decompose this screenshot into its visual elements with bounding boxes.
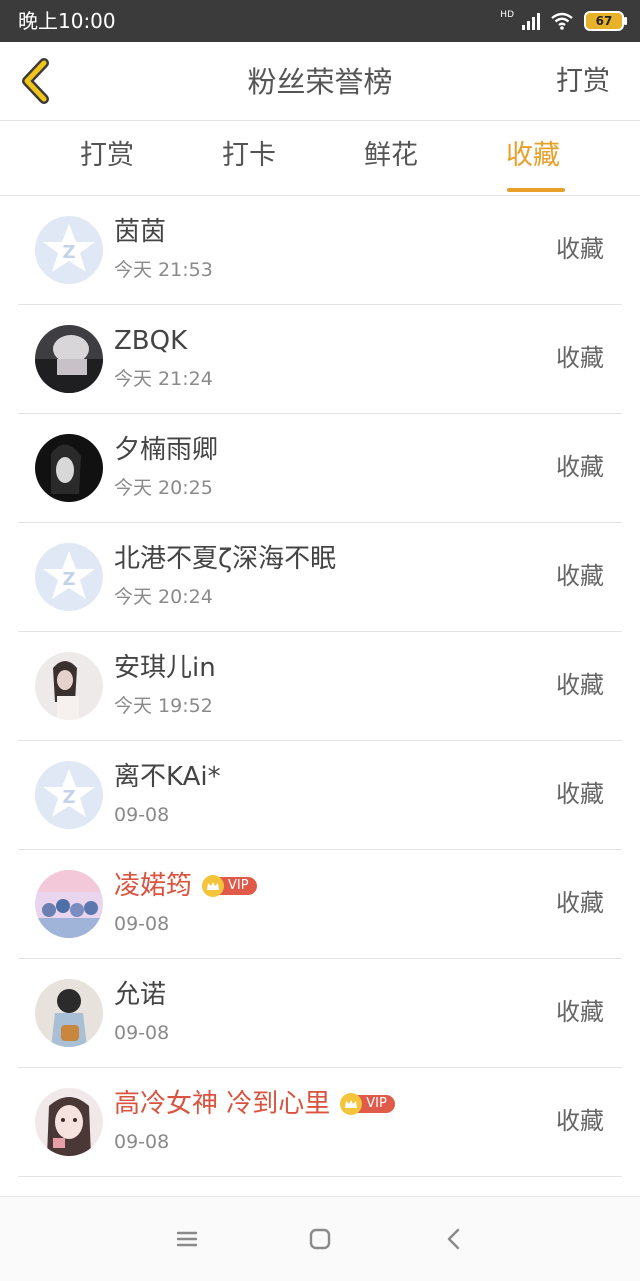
user-avatar xyxy=(35,979,103,1047)
fan-time: 今天 21:24 xyxy=(114,368,213,390)
fan-time: 09-08 xyxy=(114,913,170,935)
home-button[interactable] xyxy=(304,1223,336,1255)
action-label: 收藏 xyxy=(556,998,604,1026)
tab-label: 鲜花 xyxy=(364,140,418,171)
default-avatar: Z xyxy=(35,216,103,284)
fan-name: 高冷女神 冷到心里 VIP xyxy=(114,1087,395,1121)
fan-time: 今天 21:53 xyxy=(114,259,213,281)
tab-bar: 打赏 打卡 鲜花 收藏 xyxy=(0,121,640,196)
list-item[interactable]: Z 离不KAi* 09-08 收藏 xyxy=(18,741,622,850)
fan-name: 安琪儿in xyxy=(114,653,216,683)
tab-reward[interactable]: 打赏 xyxy=(47,138,167,174)
system-nav-bar xyxy=(0,1196,640,1281)
vip-badge: VIP xyxy=(202,875,257,897)
action-label: 收藏 xyxy=(556,344,604,372)
tab-flowers[interactable]: 鲜花 xyxy=(331,138,451,174)
fan-name: 允诺 xyxy=(114,980,167,1010)
home-square-icon xyxy=(309,1228,331,1250)
default-avatar: Z xyxy=(35,761,103,829)
system-back-button[interactable] xyxy=(438,1223,470,1255)
default-avatar: Z xyxy=(35,543,103,611)
list-item[interactable]: Z 茵茵 今天 21:53 收藏 xyxy=(18,196,622,305)
tab-label: 打赏 xyxy=(80,140,134,171)
vip-badge: VIP xyxy=(340,1093,395,1115)
action-label: 收藏 xyxy=(556,562,604,590)
fan-name: 凌婼筠 VIP xyxy=(114,869,257,903)
user-avatar xyxy=(35,870,103,938)
list-item[interactable]: 安琪儿in 今天 19:52 收藏 xyxy=(18,632,622,741)
status-icons: HD 67 xyxy=(500,8,627,34)
tab-label: 打卡 xyxy=(222,140,276,171)
list-item[interactable]: 夕楠雨卿 今天 20:25 收藏 xyxy=(18,414,622,523)
status-bar: 晚上10:00 HD 67 xyxy=(0,0,640,42)
list-item[interactable]: 允诺 09-08 收藏 xyxy=(18,959,622,1068)
action-label: 收藏 xyxy=(556,1107,604,1135)
tab-label: 收藏 xyxy=(506,140,560,171)
tab-favorites[interactable]: 收藏 xyxy=(473,138,593,192)
page-title: 粉丝荣誉榜 xyxy=(247,65,393,99)
user-avatar xyxy=(35,434,103,502)
fan-time: 09-08 xyxy=(114,1131,170,1153)
fan-name: 离不KAi* xyxy=(114,762,221,792)
menu-button[interactable] xyxy=(171,1223,203,1255)
hd-label: HD xyxy=(500,10,514,20)
fan-name: 北港不夏ζ深海不眠 xyxy=(114,544,337,574)
fan-time: 今天 20:25 xyxy=(114,477,213,499)
svg-text:Z: Z xyxy=(62,787,75,808)
list-item[interactable]: ZBQK 今天 21:24 收藏 xyxy=(18,305,622,414)
crown-icon xyxy=(202,875,225,897)
action-label: 收藏 xyxy=(556,889,604,917)
svg-text:Z: Z xyxy=(62,242,75,263)
list-item[interactable]: 高冷女神 冷到心里 VIP 09-08 收藏 xyxy=(18,1068,622,1177)
user-avatar xyxy=(35,325,103,393)
reward-button[interactable]: 打赏 xyxy=(556,64,610,100)
fan-name: 茵茵 xyxy=(114,217,167,247)
battery-indicator: 67 xyxy=(584,11,627,31)
fan-time: 09-08 xyxy=(114,1022,170,1044)
svg-text:Z: Z xyxy=(62,569,75,590)
fan-time: 09-08 xyxy=(114,804,170,826)
fan-name: ZBQK xyxy=(114,326,188,356)
action-label: 收藏 xyxy=(556,453,604,481)
fan-name: 夕楠雨卿 xyxy=(114,435,219,465)
fan-list: Z 茵茵 今天 21:53 收藏 ZBQK 今天 21:24 收藏 夕楠雨卿 今… xyxy=(18,196,622,1265)
status-time: 晚上10:00 xyxy=(18,9,116,33)
list-item[interactable]: 凌婼筠 VIP 09-08 收藏 xyxy=(18,850,622,959)
action-label: 收藏 xyxy=(556,235,604,263)
list-item[interactable]: Z 北港不夏ζ深海不眠 今天 20:24 收藏 xyxy=(18,523,622,632)
top-bar: 粉丝荣誉榜 打赏 xyxy=(0,42,640,121)
user-avatar xyxy=(35,652,103,720)
action-label: 收藏 xyxy=(556,780,604,808)
fan-time: 今天 19:52 xyxy=(114,695,213,717)
active-tab-indicator xyxy=(507,188,565,192)
tab-checkin[interactable]: 打卡 xyxy=(189,138,309,174)
signal-icon xyxy=(522,12,540,30)
wifi-icon xyxy=(551,12,573,30)
fan-time: 今天 20:24 xyxy=(114,586,213,608)
user-avatar xyxy=(35,1088,103,1156)
menu-icon xyxy=(176,1231,198,1247)
action-label: 收藏 xyxy=(556,671,604,699)
chevron-left-icon xyxy=(447,1228,460,1250)
